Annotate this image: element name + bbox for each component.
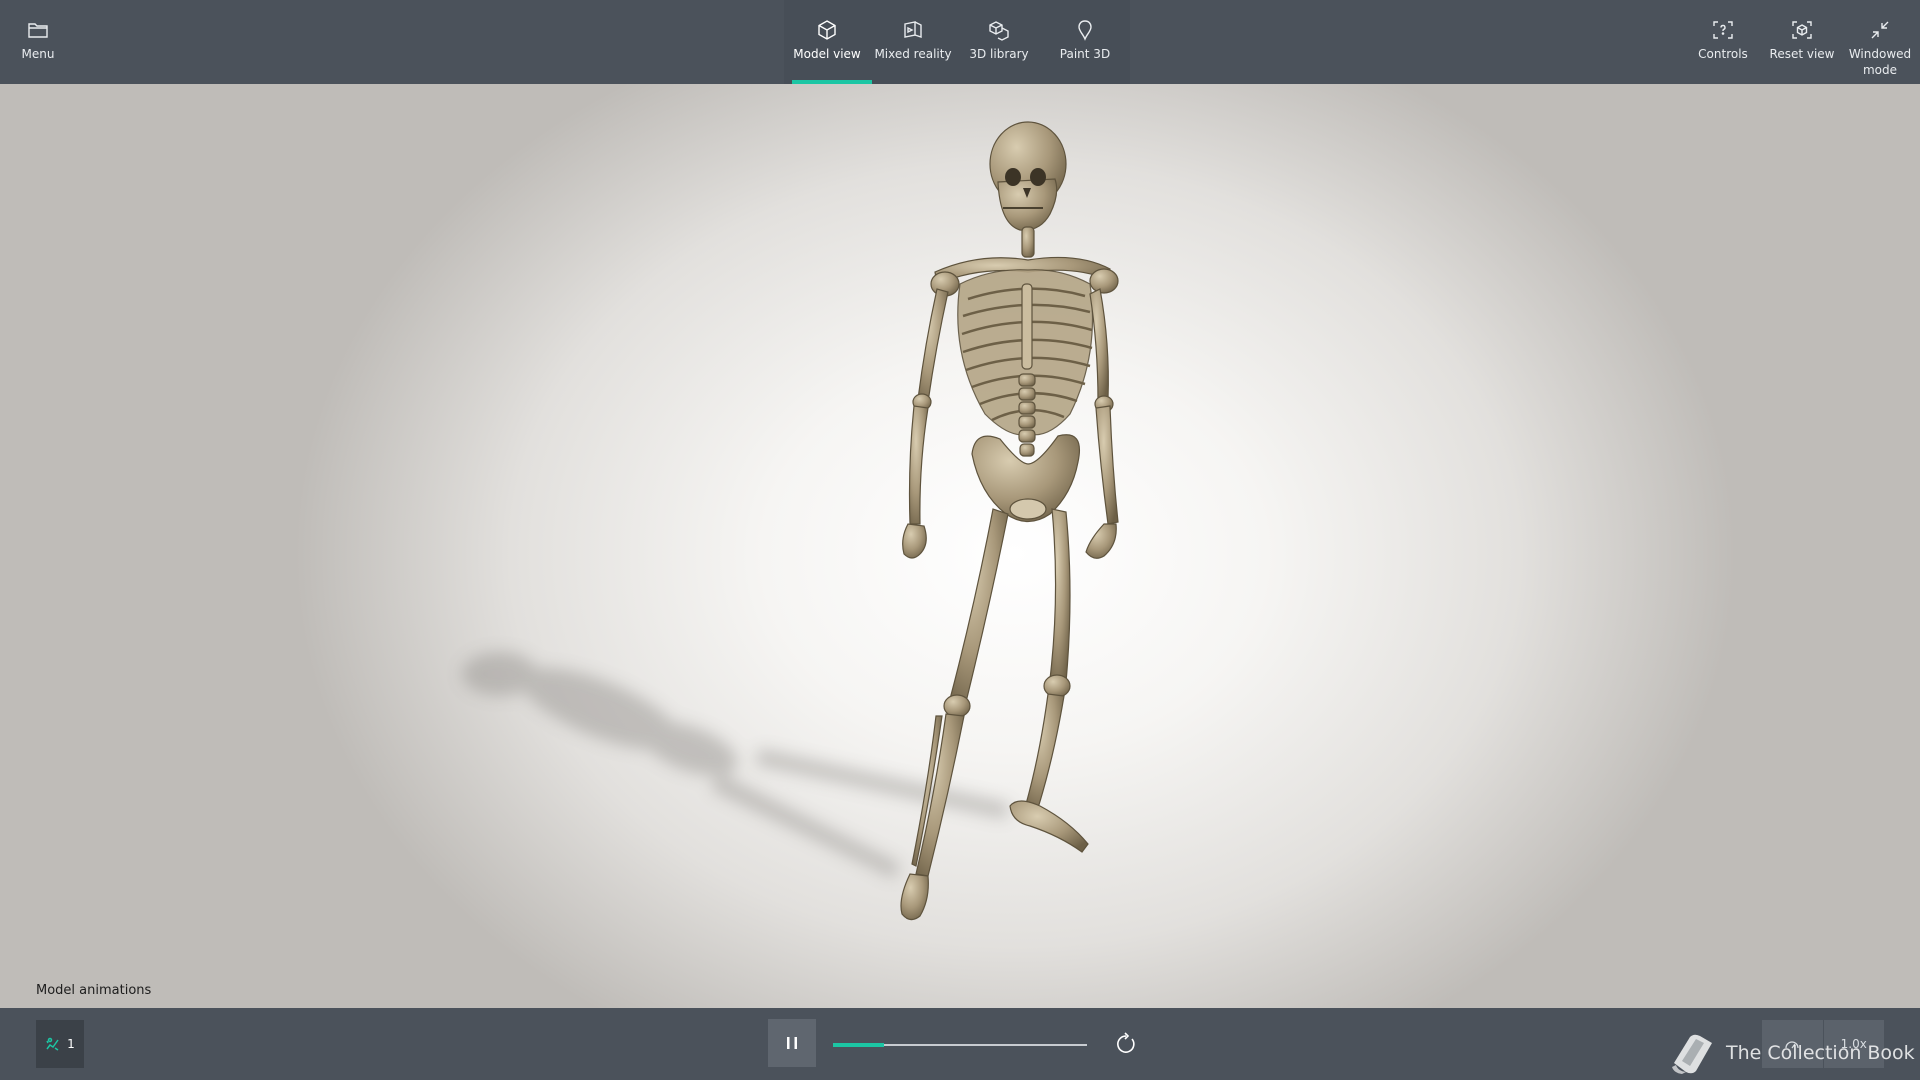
reset-view-label: Reset view bbox=[1769, 47, 1835, 61]
tab-label: Mixed reality bbox=[874, 47, 952, 61]
collapse-icon bbox=[1871, 21, 1889, 39]
pause-button[interactable] bbox=[768, 1019, 816, 1067]
mixed-reality-icon bbox=[904, 21, 922, 38]
windowed-mode-label: Windowed mode bbox=[1848, 47, 1912, 77]
animation-timeline-slider[interactable] bbox=[833, 1043, 1087, 1047]
animation-selector-button[interactable]: 1 bbox=[36, 1020, 84, 1068]
controls-label: Controls bbox=[1698, 47, 1748, 61]
speed-value[interactable]: 1.0x bbox=[1822, 1020, 1885, 1068]
tab-3d-library[interactable]: 3D library bbox=[956, 0, 1042, 84]
animation-count: 1 bbox=[67, 1037, 75, 1051]
speed-icon bbox=[1785, 1041, 1799, 1049]
cube-icon bbox=[818, 20, 836, 40]
folder-icon bbox=[28, 23, 48, 38]
windowed-mode-button[interactable]: Windowed mode bbox=[1846, 0, 1914, 84]
tab-label: Paint 3D bbox=[1059, 47, 1111, 61]
pause-icon bbox=[787, 1037, 797, 1049]
menu-label: Menu bbox=[21, 47, 55, 61]
tab-model-view[interactable]: Model view bbox=[784, 0, 872, 84]
tab-label: 3D library bbox=[969, 47, 1029, 61]
library-icon bbox=[989, 21, 1009, 41]
bottom-bar: 1 1.0x bbox=[0, 1008, 1920, 1080]
timeline-progress bbox=[833, 1043, 884, 1047]
controls-button[interactable]: Controls bbox=[1692, 0, 1754, 84]
tab-paint-3d[interactable]: Paint 3D bbox=[1042, 0, 1128, 84]
controls-icon bbox=[1713, 21, 1733, 39]
top-bar: Menu Model view Mixed reality 3D library… bbox=[0, 0, 1920, 84]
menu-button[interactable]: Menu bbox=[18, 0, 58, 84]
model-viewport[interactable] bbox=[0, 84, 1920, 1008]
speed-toggle-button[interactable] bbox=[1762, 1020, 1823, 1068]
model-animations-label: Model animations bbox=[36, 983, 152, 998]
animation-icon bbox=[46, 1037, 59, 1051]
paint-drop-icon bbox=[1078, 20, 1092, 41]
replay-icon[interactable] bbox=[1113, 1031, 1139, 1057]
tab-mixed-reality[interactable]: Mixed reality bbox=[870, 0, 956, 84]
view-tabs: Model view Mixed reality 3D library Pain bbox=[784, 0, 1130, 84]
tab-label: Model view bbox=[793, 47, 861, 61]
reset-view-button[interactable]: Reset view bbox=[1770, 0, 1834, 84]
reset-view-icon bbox=[1792, 21, 1812, 39]
skeleton bbox=[900, 121, 1119, 921]
speed-control: 1.0x bbox=[1762, 1020, 1884, 1068]
skeleton-model[interactable] bbox=[0, 84, 1920, 1008]
